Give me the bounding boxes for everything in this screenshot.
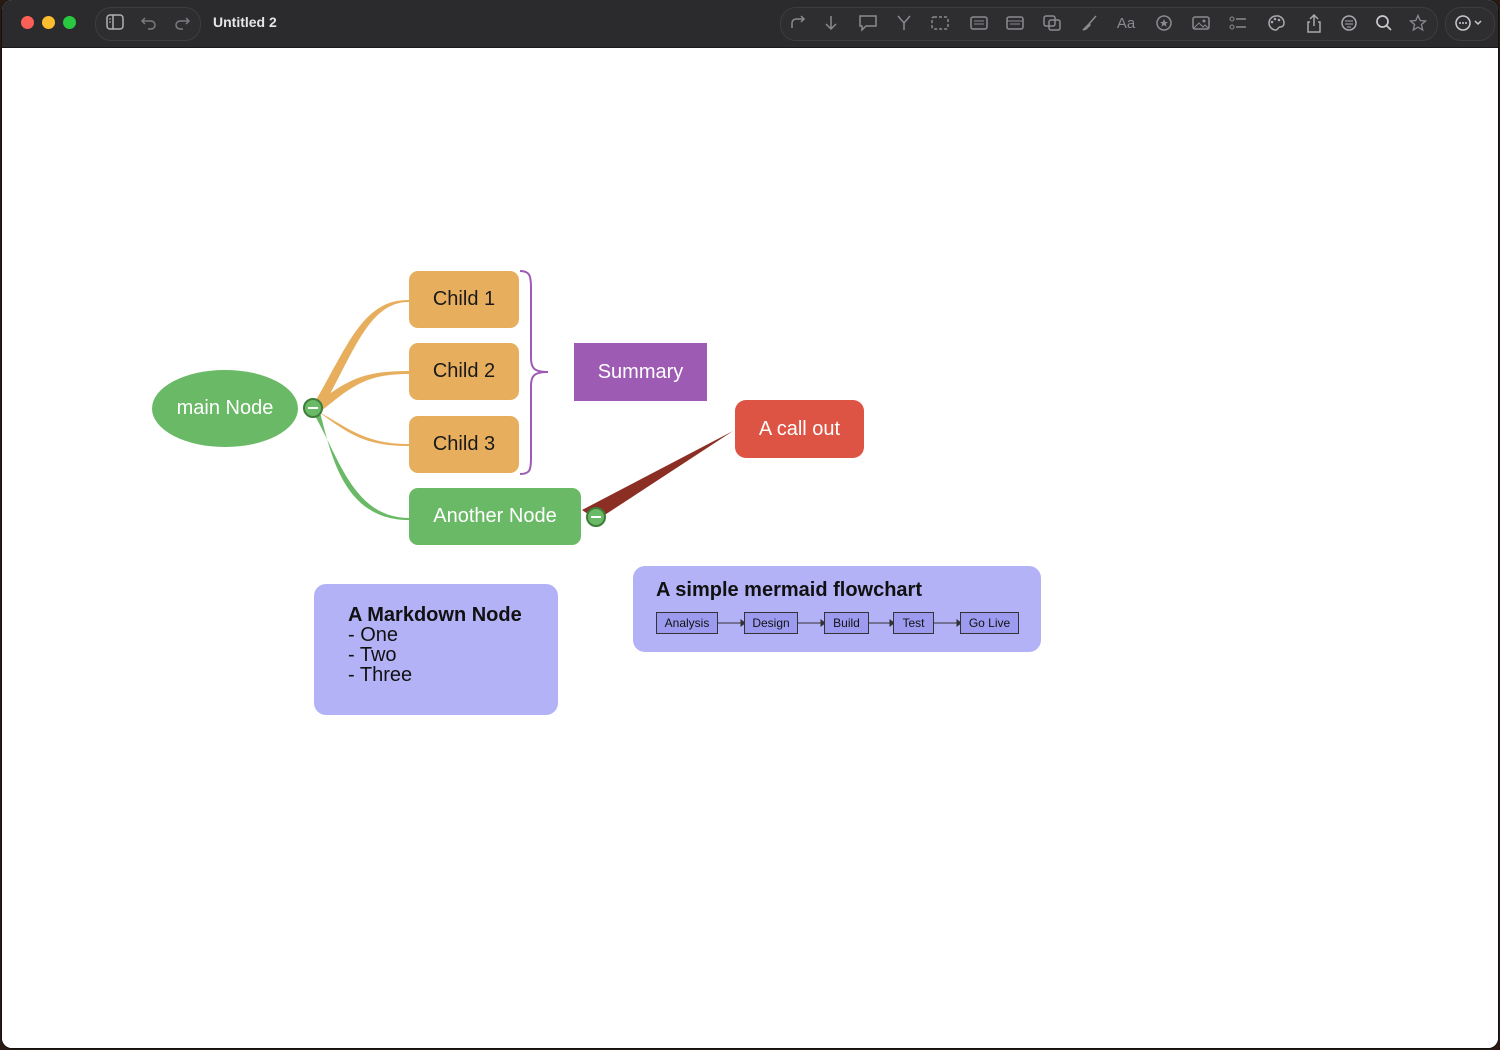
redo-icon[interactable]	[171, 14, 193, 34]
boundary-icon[interactable]	[929, 14, 951, 34]
child-node-3[interactable]: Child 3	[409, 416, 519, 473]
child-node-1[interactable]: Child 1	[409, 271, 519, 328]
font-icon[interactable]: Aa	[1115, 14, 1137, 34]
document-title: Untitled 2	[213, 14, 277, 30]
markdown-node-title: A Markdown Node	[348, 604, 522, 626]
app-window: Untitled 2 Aa main Node Child 1 Child 2 …	[2, 0, 1498, 1048]
minus-icon	[591, 516, 601, 518]
callout-node[interactable]: A call out	[735, 400, 864, 458]
child-node-2[interactable]: Child 2	[409, 343, 519, 400]
paintbrush-icon[interactable]	[1079, 14, 1101, 34]
tools-group: Aa	[780, 7, 1438, 41]
more-icon[interactable]	[1452, 14, 1488, 34]
markdown-list-item: - One	[348, 624, 399, 646]
markdown-list-item: - Three	[348, 664, 413, 686]
branch-link-another-node	[311, 409, 409, 520]
flowchart-step-test: Test	[893, 612, 934, 634]
close-window-button[interactable]	[21, 16, 34, 29]
summary-brace	[519, 270, 549, 475]
flowchart-step-analysis: Analysis	[656, 612, 718, 634]
another-node[interactable]: Another Node	[409, 488, 581, 545]
favorite-icon[interactable]	[1407, 14, 1429, 34]
collapse-main-node-button[interactable]	[303, 398, 323, 418]
main-node[interactable]: main Node	[152, 370, 298, 447]
markdown-list-item: - Two	[348, 644, 397, 666]
mindmap-links	[311, 270, 733, 520]
search-icon[interactable]	[1373, 14, 1395, 34]
mermaid-node[interactable]: A simple mermaid flowchart Analysis Desi…	[633, 566, 1041, 652]
markdown-node[interactable]: A Markdown Node - One - Two - Three	[314, 584, 558, 715]
branch-link-child-3	[313, 409, 409, 446]
undo-icon[interactable]	[138, 14, 160, 34]
summary-node[interactable]: Summary	[574, 343, 707, 401]
minus-icon	[308, 407, 318, 409]
flowchart-step-go-live: Go Live	[960, 612, 1019, 634]
outline-icon[interactable]	[1227, 14, 1249, 34]
minimize-window-button[interactable]	[42, 16, 55, 29]
navigation-group	[95, 7, 201, 41]
more-group	[1445, 7, 1495, 41]
connect-icon[interactable]	[787, 14, 809, 34]
branch-link-child-1	[313, 299, 409, 412]
sidebar-icon[interactable]	[104, 14, 126, 34]
theme-icon[interactable]	[1265, 14, 1287, 34]
copy-style-icon[interactable]	[1041, 14, 1063, 34]
title-bar: Untitled 2 Aa	[2, 0, 1498, 48]
flowchart-arrows	[717, 619, 962, 627]
flowchart-step-build: Build	[824, 612, 869, 634]
mindmap-canvas[interactable]: main Node Child 1 Child 2 Child 3 Anothe…	[2, 48, 1498, 1048]
flowchart-step-design: Design	[744, 612, 798, 634]
collapse-another-node-button[interactable]	[586, 507, 606, 527]
focus-icon[interactable]	[1338, 14, 1360, 34]
image-icon[interactable]	[1190, 14, 1212, 34]
zoom-window-button[interactable]	[63, 16, 76, 29]
table-icon[interactable]	[1004, 14, 1026, 34]
add-child-icon[interactable]	[820, 14, 842, 34]
share-icon[interactable]	[1303, 14, 1325, 34]
branch-icon[interactable]	[893, 14, 915, 34]
callout-icon[interactable]	[857, 14, 879, 34]
markdown-icon[interactable]	[968, 14, 990, 34]
sticker-icon[interactable]	[1153, 14, 1175, 34]
callout-link	[582, 431, 733, 520]
